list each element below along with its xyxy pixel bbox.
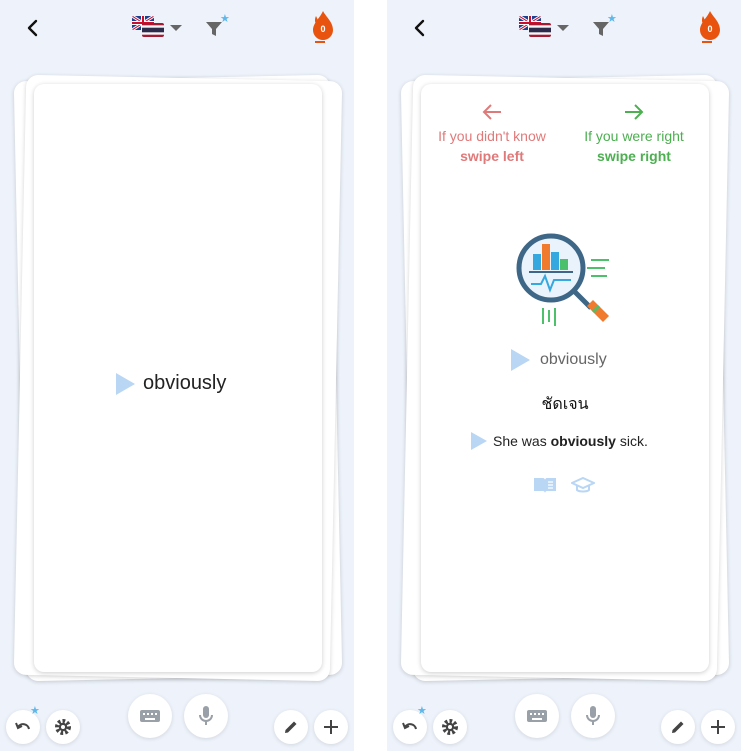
example-sentence: She was obviously sick. bbox=[493, 433, 648, 449]
graduation-cap-icon[interactable] bbox=[571, 476, 595, 494]
settings-button[interactable] bbox=[433, 710, 467, 744]
undo-button[interactable]: ★ bbox=[6, 705, 40, 744]
example-sentence-row[interactable]: She was obviously sick. bbox=[471, 432, 648, 450]
example-before: She was bbox=[493, 433, 551, 449]
language-selector[interactable] bbox=[132, 14, 184, 42]
streak-underline bbox=[315, 41, 325, 43]
keyboard-button[interactable] bbox=[515, 694, 559, 738]
swipe-left-hint: If you didn't know swipe left bbox=[427, 98, 557, 166]
star-badge-icon: ★ bbox=[417, 705, 427, 717]
gear-icon bbox=[442, 719, 458, 735]
play-audio-icon[interactable] bbox=[511, 349, 530, 371]
streak-count: 0 bbox=[320, 24, 326, 34]
keyboard-icon bbox=[527, 710, 547, 722]
streak-underline bbox=[702, 41, 712, 43]
top-bar: ★ 0 bbox=[387, 0, 741, 56]
swipe-right-hint: If you were right swipe right bbox=[569, 98, 699, 166]
star-badge-icon: ★ bbox=[30, 705, 40, 717]
chevron-left-icon bbox=[414, 19, 425, 37]
microphone-icon bbox=[199, 706, 213, 725]
book-icon[interactable] bbox=[533, 476, 557, 494]
pencil-icon bbox=[672, 721, 684, 733]
magnifier-chart-illustration bbox=[516, 233, 609, 326]
star-badge-icon: ★ bbox=[607, 13, 617, 25]
caret-down-icon bbox=[557, 25, 569, 31]
play-example-audio-icon[interactable] bbox=[471, 432, 487, 450]
pencil-icon bbox=[285, 721, 297, 733]
edit-button[interactable] bbox=[661, 710, 695, 744]
add-button[interactable] bbox=[701, 710, 735, 744]
example-highlight: obviously bbox=[550, 433, 616, 449]
chevron-left-icon bbox=[27, 19, 38, 37]
star-badge-icon: ★ bbox=[220, 13, 230, 25]
bottom-bar: ★ bbox=[0, 688, 354, 751]
back-button[interactable] bbox=[409, 16, 431, 40]
thai-flag-icon bbox=[529, 23, 551, 37]
arrow-left-icon bbox=[482, 104, 501, 120]
streak-counter[interactable]: 0 bbox=[308, 10, 338, 44]
keyboard-button[interactable] bbox=[128, 694, 172, 738]
gear-icon bbox=[55, 719, 71, 735]
bottom-bar: ★ bbox=[387, 688, 741, 751]
play-audio-icon[interactable] bbox=[116, 372, 135, 395]
card-action-icons bbox=[533, 476, 595, 494]
word-row[interactable]: obviously bbox=[511, 349, 607, 371]
flashcard-front-screen: ★ 0 obviously ★ bbox=[0, 0, 354, 751]
plus-icon bbox=[711, 720, 725, 734]
microphone-icon bbox=[586, 706, 600, 725]
swipe-right-line2: swipe right bbox=[597, 148, 671, 164]
example-after: sick. bbox=[615, 433, 648, 449]
undo-icon bbox=[15, 722, 30, 730]
microphone-button[interactable] bbox=[184, 694, 228, 738]
flashcard-word: obviously bbox=[540, 351, 607, 368]
back-button[interactable] bbox=[22, 16, 44, 40]
flashcard[interactable]: obviously bbox=[34, 84, 322, 672]
translation-text: ชัดเจน bbox=[541, 394, 589, 413]
microphone-button[interactable] bbox=[571, 694, 615, 738]
filter-button[interactable]: ★ bbox=[204, 13, 232, 40]
undo-button[interactable]: ★ bbox=[393, 705, 427, 744]
word-row[interactable]: obviously bbox=[116, 372, 226, 395]
top-bar: ★ 0 bbox=[0, 0, 354, 56]
caret-down-icon bbox=[170, 25, 182, 31]
thai-flag-icon bbox=[142, 23, 164, 37]
streak-count: 0 bbox=[707, 24, 713, 34]
keyboard-icon bbox=[140, 710, 160, 722]
edit-button[interactable] bbox=[274, 710, 308, 744]
streak-counter[interactable]: 0 bbox=[695, 10, 725, 44]
undo-icon bbox=[402, 722, 417, 730]
arrow-right-icon bbox=[625, 104, 644, 120]
flashcard-word: obviously bbox=[143, 372, 227, 394]
settings-button[interactable] bbox=[46, 710, 80, 744]
add-button[interactable] bbox=[314, 710, 348, 744]
flashcard[interactable]: If you didn't know swipe left If you wer… bbox=[421, 84, 709, 672]
language-selector[interactable] bbox=[519, 14, 571, 42]
filter-button[interactable]: ★ bbox=[591, 13, 619, 40]
swipe-right-line1: If you were right bbox=[584, 128, 684, 144]
flashcard-back-screen: ★ 0 If you didn't know swipe left If you… bbox=[387, 0, 741, 751]
swipe-left-line2: swipe left bbox=[460, 148, 524, 164]
plus-icon bbox=[324, 720, 338, 734]
swipe-left-line1: If you didn't know bbox=[438, 128, 546, 144]
